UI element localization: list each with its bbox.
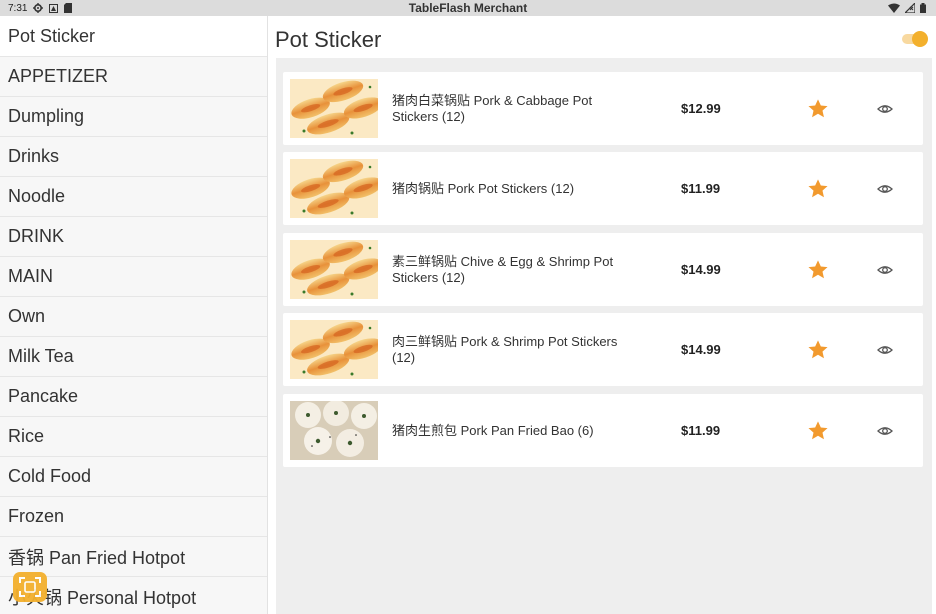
pot-sticker-image	[290, 320, 378, 379]
menu-item-price: $14.99	[681, 342, 721, 357]
sidebar-item-appetizer[interactable]: APPETIZER	[0, 57, 267, 97]
sidebar-item-rice[interactable]: Rice	[0, 417, 267, 457]
status-bar-left: 7:31	[0, 3, 160, 14]
sidebar-item-label: Cold Food	[8, 466, 92, 486]
toggle-thumb	[912, 31, 928, 47]
menu-item-card[interactable]: 猪肉白菜锅贴 Pork & Cabbage Pot Stickers (12) …	[283, 72, 923, 145]
sidebar-item-drink[interactable]: DRINK	[0, 217, 267, 257]
eye-icon[interactable]	[877, 262, 893, 278]
sidebar-item-noodle[interactable]: Noodle	[0, 177, 267, 217]
sidebar-item-label: Drinks	[8, 146, 60, 166]
sidebar-item-own[interactable]: Own	[0, 297, 267, 337]
star-icon[interactable]	[807, 339, 829, 361]
pot-sticker-image	[290, 79, 378, 138]
sidebar-item-frozen[interactable]: Frozen	[0, 497, 267, 537]
eye-icon[interactable]	[877, 181, 893, 197]
scan-icon	[19, 577, 41, 597]
eye-icon[interactable]	[877, 342, 893, 358]
menu-item-name: 肉三鲜锅贴 Pork & Shrimp Pot Stickers (12)	[392, 333, 618, 365]
content-header: Pot Sticker	[268, 16, 936, 58]
sidebar-item-main[interactable]: MAIN	[0, 257, 267, 297]
menu-item-price: $11.99	[681, 181, 721, 196]
menu-item-card[interactable]: 猪肉锅贴 Pork Pot Stickers (12) $11.99	[283, 152, 923, 225]
menu-item-price: $12.99	[681, 101, 721, 116]
category-toggle[interactable]	[902, 31, 928, 47]
sidebar-item-label: Pancake	[8, 386, 79, 406]
sidebar-item-drinks[interactable]: Drinks	[0, 137, 267, 177]
gear-icon	[33, 3, 44, 13]
notification-icon	[49, 3, 59, 13]
sidebar-item-label: Dumpling	[8, 106, 85, 126]
sidebar-item-label: APPETIZER	[8, 66, 109, 86]
menu-item-card[interactable]: 猪肉生煎包 Pork Pan Fried Bao (6) $11.99	[283, 394, 923, 467]
sidebar-item-label: Noodle	[8, 186, 66, 206]
sidebar-item-label: Frozen	[8, 506, 65, 526]
no-signal-icon	[905, 3, 915, 13]
pot-sticker-image	[290, 159, 378, 218]
star-icon[interactable]	[807, 420, 829, 442]
menu-item-price: $14.99	[681, 262, 721, 277]
sidebar-item-label: Milk Tea	[8, 346, 74, 366]
menu-item-card[interactable]: 肉三鲜锅贴 Pork & Shrimp Pot Stickers (12) $1…	[283, 313, 923, 386]
sidebar-item-label: 香锅 Pan Fried Hotpot	[8, 547, 186, 568]
sidebar-item-dumpling[interactable]: Dumpling	[0, 97, 267, 137]
scan-logo-button[interactable]	[13, 572, 47, 602]
pot-sticker-image	[290, 240, 378, 299]
sidebar-item-label: Rice	[8, 426, 45, 446]
menu-item-name: 猪肉生煎包 Pork Pan Fried Bao (6)	[392, 422, 594, 438]
sidebar-item-pot-sticker[interactable]: Pot Sticker	[0, 16, 267, 57]
menu-item-card[interactable]: 素三鲜锅贴 Chive & Egg & Shrimp Pot Stickers …	[283, 233, 923, 306]
sidebar-item-pan-fried-hotpot[interactable]: 香锅 Pan Fried Hotpot	[0, 537, 267, 577]
menu-item-list: 猪肉白菜锅贴 Pork & Cabbage Pot Stickers (12) …	[276, 58, 932, 614]
sim-card-icon	[64, 3, 73, 13]
sidebar-item-label: MAIN	[8, 266, 53, 286]
status-bar: 7:31 TableFlash Merchant	[0, 0, 936, 16]
sidebar-item-label: Own	[8, 306, 46, 326]
menu-item-name: 猪肉白菜锅贴 Pork & Cabbage Pot Stickers (12)	[392, 92, 593, 124]
page-title: Pot Sticker	[275, 27, 382, 52]
star-icon[interactable]	[807, 178, 829, 200]
menu-item-name: 素三鲜锅贴 Chive & Egg & Shrimp Pot Stickers …	[392, 253, 614, 285]
menu-item-price: $11.99	[681, 423, 721, 438]
battery-icon	[920, 3, 926, 13]
pan-fried-bao-image	[290, 401, 378, 460]
category-sidebar: Pot Sticker APPETIZER Dumpling Drinks No…	[0, 16, 268, 614]
status-bar-right	[888, 0, 926, 16]
sidebar-item-milk-tea[interactable]: Milk Tea	[0, 337, 267, 377]
wifi-icon	[888, 3, 900, 13]
sidebar-item-pancake[interactable]: Pancake	[0, 377, 267, 417]
menu-item-name: 猪肉锅贴 Pork Pot Stickers (12)	[392, 180, 575, 196]
status-time: 7:31	[8, 2, 28, 14]
eye-icon[interactable]	[877, 423, 893, 439]
star-icon[interactable]	[807, 98, 829, 120]
sidebar-item-label: Pot Sticker	[8, 25, 96, 46]
sidebar-item-cold-food[interactable]: Cold Food	[0, 457, 267, 497]
star-icon[interactable]	[807, 259, 829, 281]
sidebar-item-label: DRINK	[8, 226, 65, 246]
eye-icon[interactable]	[877, 101, 893, 117]
